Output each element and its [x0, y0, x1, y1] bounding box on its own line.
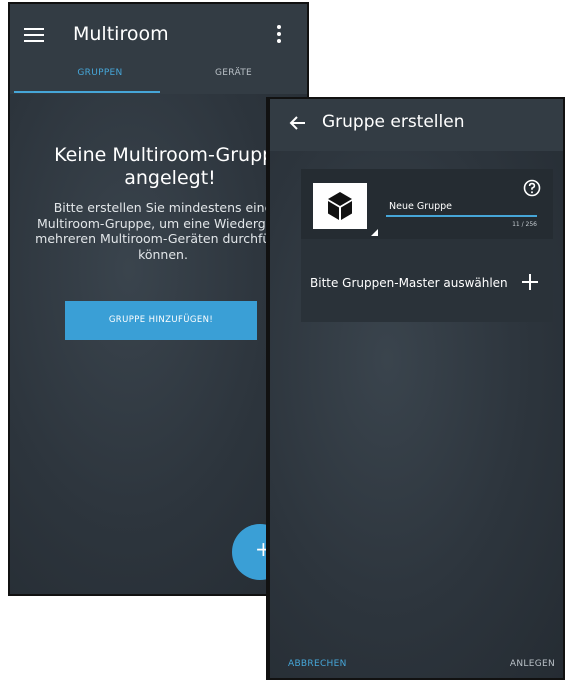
cancel-button[interactable]: ABBRECHEN: [288, 659, 347, 669]
empty-desc-line: mehreren Multiroom-Geräten durchführe: [35, 231, 291, 246]
empty-state-description: Bitte erstellen Sie mindestens eine Mult…: [10, 200, 307, 262]
arrow-left-icon[interactable]: [288, 113, 308, 133]
group-name-input[interactable]: Neue Gruppe: [389, 201, 534, 212]
add-group-button[interactable]: GRUPPE HINZUFÜGEN!: [65, 301, 257, 340]
group-card: Neue Gruppe 11 / 256 Bitte Gruppen-Maste…: [301, 169, 553, 322]
empty-desc-line: Bitte erstellen Sie mindestens eine: [53, 200, 273, 215]
input-underline: [386, 215, 537, 217]
create-button[interactable]: ANLEGEN: [510, 659, 555, 669]
group-image[interactable]: [313, 183, 367, 229]
more-vertical-icon[interactable]: [275, 24, 283, 44]
char-counter: 11 / 256: [512, 221, 537, 228]
app-bar: Multiroom GRUPPEN GERÄTE: [10, 4, 307, 94]
create-group-screen: Gruppe erstellen Neue Gruppe 11 / 256 Bi…: [268, 97, 565, 680]
tab-gruppen[interactable]: GRUPPEN: [40, 68, 160, 78]
cube-icon: [328, 192, 352, 220]
empty-desc-line: können.: [138, 246, 188, 262]
empty-desc-line: Multiroom-Gruppe, um eine Wiedergabe: [37, 215, 289, 231]
master-prompt-label: Bitte Gruppen-Master auswählen: [310, 276, 508, 290]
help-circle-icon[interactable]: [523, 179, 541, 197]
tab-geraete-label: GERÄTE: [215, 68, 252, 78]
tab-geraete[interactable]: GERÄTE: [215, 68, 252, 78]
app-title: Multiroom: [73, 23, 169, 45]
page-title: Gruppe erstellen: [322, 112, 465, 132]
app-bar: Gruppe erstellen: [270, 99, 563, 151]
plus-icon[interactable]: [520, 272, 540, 292]
multiroom-screen: Multiroom GRUPPEN GERÄTE Keine Multiroom…: [8, 2, 309, 596]
active-tab-indicator: [14, 91, 160, 93]
hamburger-menu-icon[interactable]: [24, 27, 44, 43]
image-dropdown-caret: [371, 229, 378, 236]
select-master-row[interactable]: Bitte Gruppen-Master auswählen: [310, 272, 550, 296]
tab-gruppen-label: GRUPPEN: [77, 68, 123, 78]
